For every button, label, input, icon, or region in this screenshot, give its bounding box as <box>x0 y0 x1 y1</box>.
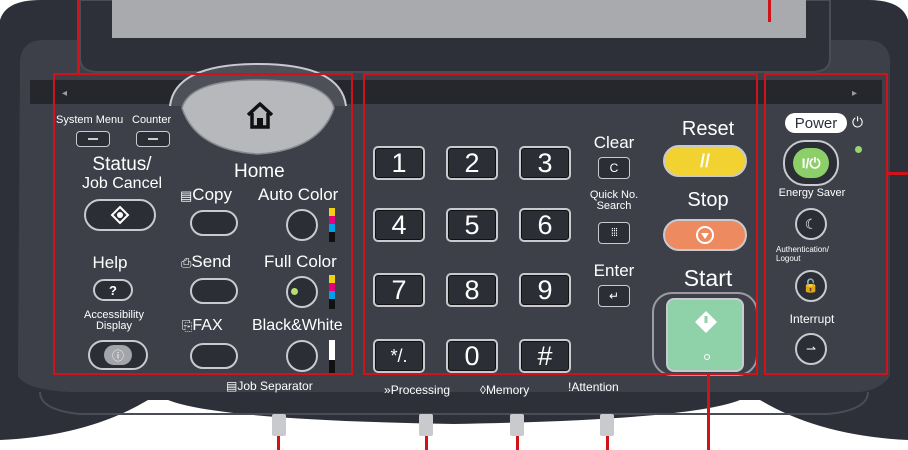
attention-label: !Attention <box>568 380 619 394</box>
attention-lamp <box>600 414 614 436</box>
processing-label: »Processing <box>384 383 451 397</box>
callout-line-job-separator <box>277 436 280 450</box>
job-separator-icon: ▤ <box>226 379 238 393</box>
callout-line-memory <box>516 436 519 450</box>
highlight-keypad-section <box>363 73 758 375</box>
callout-line-processing <box>425 436 428 450</box>
callout-line-top-left <box>77 0 80 74</box>
job-separator-lamp <box>272 414 286 436</box>
memory-label: ◊Memory <box>480 383 530 397</box>
callout-line-right <box>888 172 908 175</box>
highlight-left-section <box>53 73 353 375</box>
processing-icon: » <box>384 383 391 397</box>
callout-line-keypad-bottom <box>707 375 710 450</box>
callout-line-attention <box>606 436 609 450</box>
highlight-right-section <box>764 73 888 375</box>
callout-line-top-display <box>768 0 771 22</box>
processing-lamp <box>419 414 433 436</box>
memory-lamp <box>510 414 524 436</box>
job-separator-label: ▤Job Separator <box>226 379 313 393</box>
